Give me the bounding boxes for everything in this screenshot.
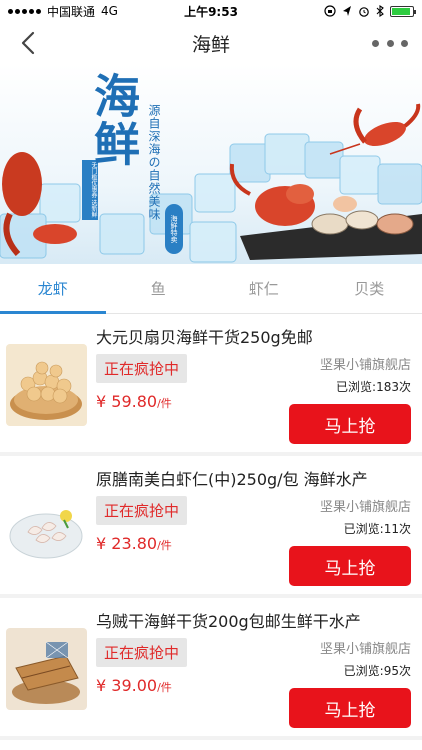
product-list: 大元贝扇贝海鲜干货250g免邮 正在疯抢中 坚果小铺旗舰店 已浏览:183次 ¥… [0,314,422,740]
banner-tag: 无门槛优惠券 选新鲜 [82,160,98,220]
view-count: 已浏览:95次 [343,664,411,678]
nav-bar: 海鲜 [0,22,422,64]
status-badge: 正在疯抢中 [96,354,188,383]
location-icon [343,6,351,16]
buy-now-button[interactable]: 马上抢 [289,546,411,586]
product-title[interactable]: 大元贝扇贝海鲜干货250g免邮 [96,324,414,348]
shop-name: 坚果小铺旗舰店 [319,500,411,515]
status-left: 中国联通 4G [8,3,118,20]
price-value: ¥ 23.80 [96,534,158,553]
price-unit: /件 [157,397,172,410]
price-unit: /件 [157,681,172,694]
product-title[interactable]: 原膳南美白虾仁(中)250g/包 海鲜水产 [96,466,414,490]
view-count: 已浏览:11次 [343,522,411,536]
product-image[interactable] [6,628,87,710]
banner-seal: 海鲜特卖 [165,204,183,254]
seafood-banner[interactable]: 无门槛优惠券 选新鲜 海鲜 源自深海の自然美味 海鲜特卖 [0,64,422,264]
status-right [324,5,416,17]
tab-shellfish[interactable]: 贝类 [317,264,422,313]
banner-illustration [0,103,422,263]
bluetooth-icon [376,5,384,17]
shop-name: 坚果小铺旗舰店 [319,358,411,373]
tab-fish[interactable]: 鱼 [106,264,212,313]
product-image[interactable] [6,344,87,426]
view-count: 已浏览:183次 [336,380,411,394]
product-item[interactable]: 乌贼干海鲜干货200g包邮生鲜干水产 正在疯抢中 坚果小铺旗舰店 已浏览:95次… [0,598,422,740]
status-bar: 中国联通 4G 上午9:53 [0,0,422,22]
buy-now-button[interactable]: 马上抢 [289,404,411,444]
product-price: ¥ 39.00/件 [96,676,172,695]
product-item[interactable]: 原膳南美白虾仁(中)250g/包 海鲜水产 正在疯抢中 坚果小铺旗舰店 已浏览:… [0,456,422,598]
status-badge: 正在疯抢中 [96,496,188,525]
buy-now-button[interactable]: 马上抢 [289,688,411,728]
page-title: 海鲜 [191,33,230,56]
tab-lobster[interactable]: 龙虾 [0,264,106,314]
battery-icon [390,5,416,17]
chevron-left-icon[interactable] [14,28,44,58]
status-badge: 正在疯抢中 [96,638,188,667]
carrier-label: 中国联通 [47,4,96,19]
alarm-icon [359,7,369,17]
banner-title: 海鲜 [87,72,141,168]
tab-shrimp[interactable]: 虾仁 [211,264,317,313]
more-dots-icon[interactable] [372,31,408,55]
product-item[interactable]: 大元贝扇贝海鲜干货250g免邮 正在疯抢中 坚果小铺旗舰店 已浏览:183次 ¥… [0,314,422,456]
status-time: 上午9:53 [184,4,238,19]
product-image[interactable] [6,486,87,568]
category-tabs: 龙虾 鱼 虾仁 贝类 [0,264,422,314]
product-title[interactable]: 乌贼干海鲜干货200g包邮生鲜干水产 [96,608,414,632]
product-price: ¥ 59.80/件 [96,392,172,411]
lock-rotation-icon [324,5,336,17]
price-unit: /件 [157,539,172,552]
banner-subtitle: 源自深海の自然美味 [147,104,161,221]
signal-icon [8,8,41,14]
price-value: ¥ 39.00 [96,676,158,695]
shop-name: 坚果小铺旗舰店 [319,642,411,657]
price-value: ¥ 59.80 [96,392,158,411]
product-price: ¥ 23.80/件 [96,534,172,553]
network-label: 4G [101,4,118,18]
